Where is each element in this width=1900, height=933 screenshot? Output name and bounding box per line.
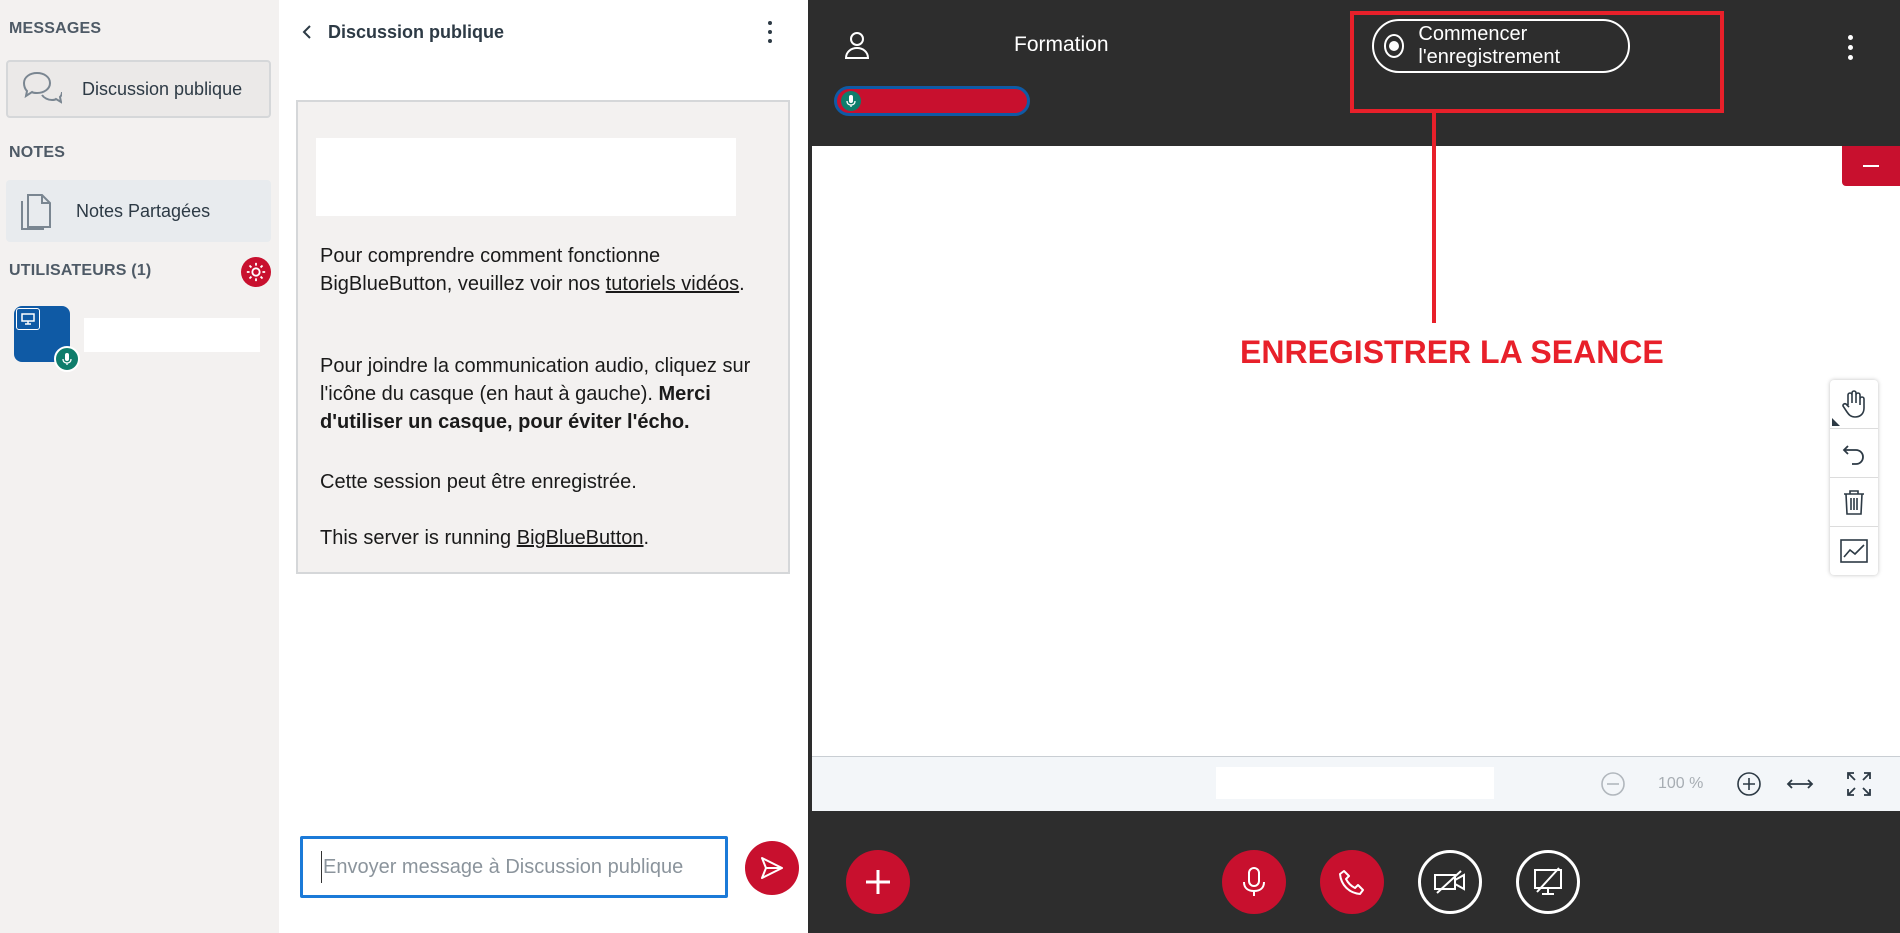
avatar xyxy=(14,306,80,372)
sidebar-item-label: Notes Partagées xyxy=(76,200,211,221)
actions-button[interactable] xyxy=(846,850,910,914)
users-settings-button[interactable] xyxy=(241,257,271,287)
meeting-title-hidden xyxy=(1120,36,1330,58)
tutorials-link[interactable]: tutoriels vidéos xyxy=(606,273,739,295)
chat-input-placeholder: Envoyer message à Discussion publique xyxy=(323,856,684,878)
screenshare-button[interactable] xyxy=(1516,850,1580,914)
chat-header[interactable]: Discussion publique xyxy=(298,18,504,46)
fullscreen-icon xyxy=(1847,772,1871,796)
welcome-text: . xyxy=(739,273,745,295)
welcome-text: This server is running xyxy=(320,527,517,549)
welcome-paragraph-4: This server is running BigBlueButton. xyxy=(320,524,770,552)
user-icon xyxy=(844,32,870,59)
presentation-toolbar: 100 % xyxy=(812,756,1900,811)
welcome-banner xyxy=(316,138,736,216)
fit-width-button[interactable] xyxy=(1786,773,1814,800)
whiteboard-toolbar xyxy=(1830,380,1878,575)
submenu-indicator xyxy=(1832,418,1840,426)
chart-icon xyxy=(1840,539,1868,563)
fullscreen-button[interactable] xyxy=(1846,771,1872,802)
user-list-item[interactable] xyxy=(10,302,272,372)
screenshare-off-icon xyxy=(1534,867,1562,895)
multi-user-button[interactable] xyxy=(1830,527,1878,575)
notes-title: NOTES xyxy=(9,144,66,161)
mute-button[interactable] xyxy=(1222,850,1286,914)
users-title: UTILISATEURS (1) xyxy=(9,262,152,279)
gear-icon xyxy=(246,262,266,282)
welcome-text: . xyxy=(643,527,650,549)
options-menu-button[interactable] xyxy=(1844,30,1856,64)
hand-icon xyxy=(1842,390,1865,418)
sidebar-item-shared-notes[interactable]: Notes Partagées xyxy=(6,180,271,242)
user-name xyxy=(84,318,260,352)
welcome-paragraph-2: Pour joindre la communication audio, cli… xyxy=(320,352,770,436)
plus-icon xyxy=(866,870,890,894)
annotation-line xyxy=(1432,113,1436,323)
microphone-icon xyxy=(1243,867,1265,896)
undo-button[interactable] xyxy=(1830,429,1878,478)
user-menu-button[interactable] xyxy=(842,30,874,62)
welcome-paragraph-1: Pour comprendre comment fonctionne BigBl… xyxy=(320,242,770,298)
fit-width-icon xyxy=(1786,779,1814,789)
send-icon xyxy=(761,857,783,879)
zoom-out-icon xyxy=(1601,772,1625,796)
messages-title: MESSAGES xyxy=(9,20,102,37)
zoom-out-button[interactable] xyxy=(1600,771,1626,802)
bigbluebutton-link[interactable]: BigBlueButton xyxy=(517,527,644,549)
camera-off-icon xyxy=(1434,870,1465,894)
chat-panel: Discussion publique Pour comprendre comm… xyxy=(280,0,808,933)
chat-input[interactable]: Envoyer message à Discussion publique xyxy=(300,836,728,898)
sidebar-item-public-chat[interactable]: Discussion publique xyxy=(6,60,271,118)
chat-options-button[interactable] xyxy=(764,18,776,46)
zoom-level: 100 % xyxy=(1658,775,1704,792)
document-icon xyxy=(18,191,54,231)
minimize-icon xyxy=(1863,165,1879,167)
sidebar-item-label: Discussion publique xyxy=(82,78,243,99)
clear-all-button[interactable] xyxy=(1830,478,1878,527)
meeting-title: Formation xyxy=(1014,33,1109,56)
welcome-message: Pour comprendre comment fonctionne BigBl… xyxy=(296,100,790,574)
send-button[interactable] xyxy=(745,841,799,895)
zoom-in-button[interactable] xyxy=(1736,771,1762,802)
annotation-box xyxy=(1350,11,1724,113)
whiteboard[interactable]: ENREGISTRER LA SEANCE xyxy=(812,146,1900,756)
sidebar: MESSAGES Discussion publique NOTES Notes… xyxy=(0,0,279,933)
slide-selector[interactable] xyxy=(1216,767,1494,799)
leave-audio-button[interactable] xyxy=(1320,850,1384,914)
zoom-in-icon xyxy=(1737,772,1761,796)
microphone-icon xyxy=(841,91,861,111)
presenter-icon xyxy=(16,308,40,330)
hand-tool-button[interactable] xyxy=(1830,380,1878,429)
annotation-label: ENREGISTRER LA SEANCE xyxy=(1240,334,1664,370)
kebab-menu-icon xyxy=(1847,34,1853,60)
chat-title: Discussion publique xyxy=(328,21,505,42)
trash-icon xyxy=(1844,490,1864,515)
meeting-area: Formation Commencer l'enregistrement ENR… xyxy=(810,0,1900,933)
video-button[interactable] xyxy=(1418,850,1482,914)
talking-indicator[interactable] xyxy=(834,86,1030,116)
minimize-presentation-button[interactable] xyxy=(1842,146,1900,186)
chevron-left-icon[interactable] xyxy=(298,23,316,41)
text-caret xyxy=(321,851,322,883)
chat-bubbles-icon xyxy=(20,69,62,109)
phone-icon xyxy=(1339,870,1364,895)
welcome-paragraph-3: Cette session peut être enregistrée. xyxy=(320,471,637,493)
undo-icon xyxy=(1842,445,1864,465)
microphone-icon xyxy=(54,346,80,372)
kebab-menu-icon xyxy=(768,21,772,43)
